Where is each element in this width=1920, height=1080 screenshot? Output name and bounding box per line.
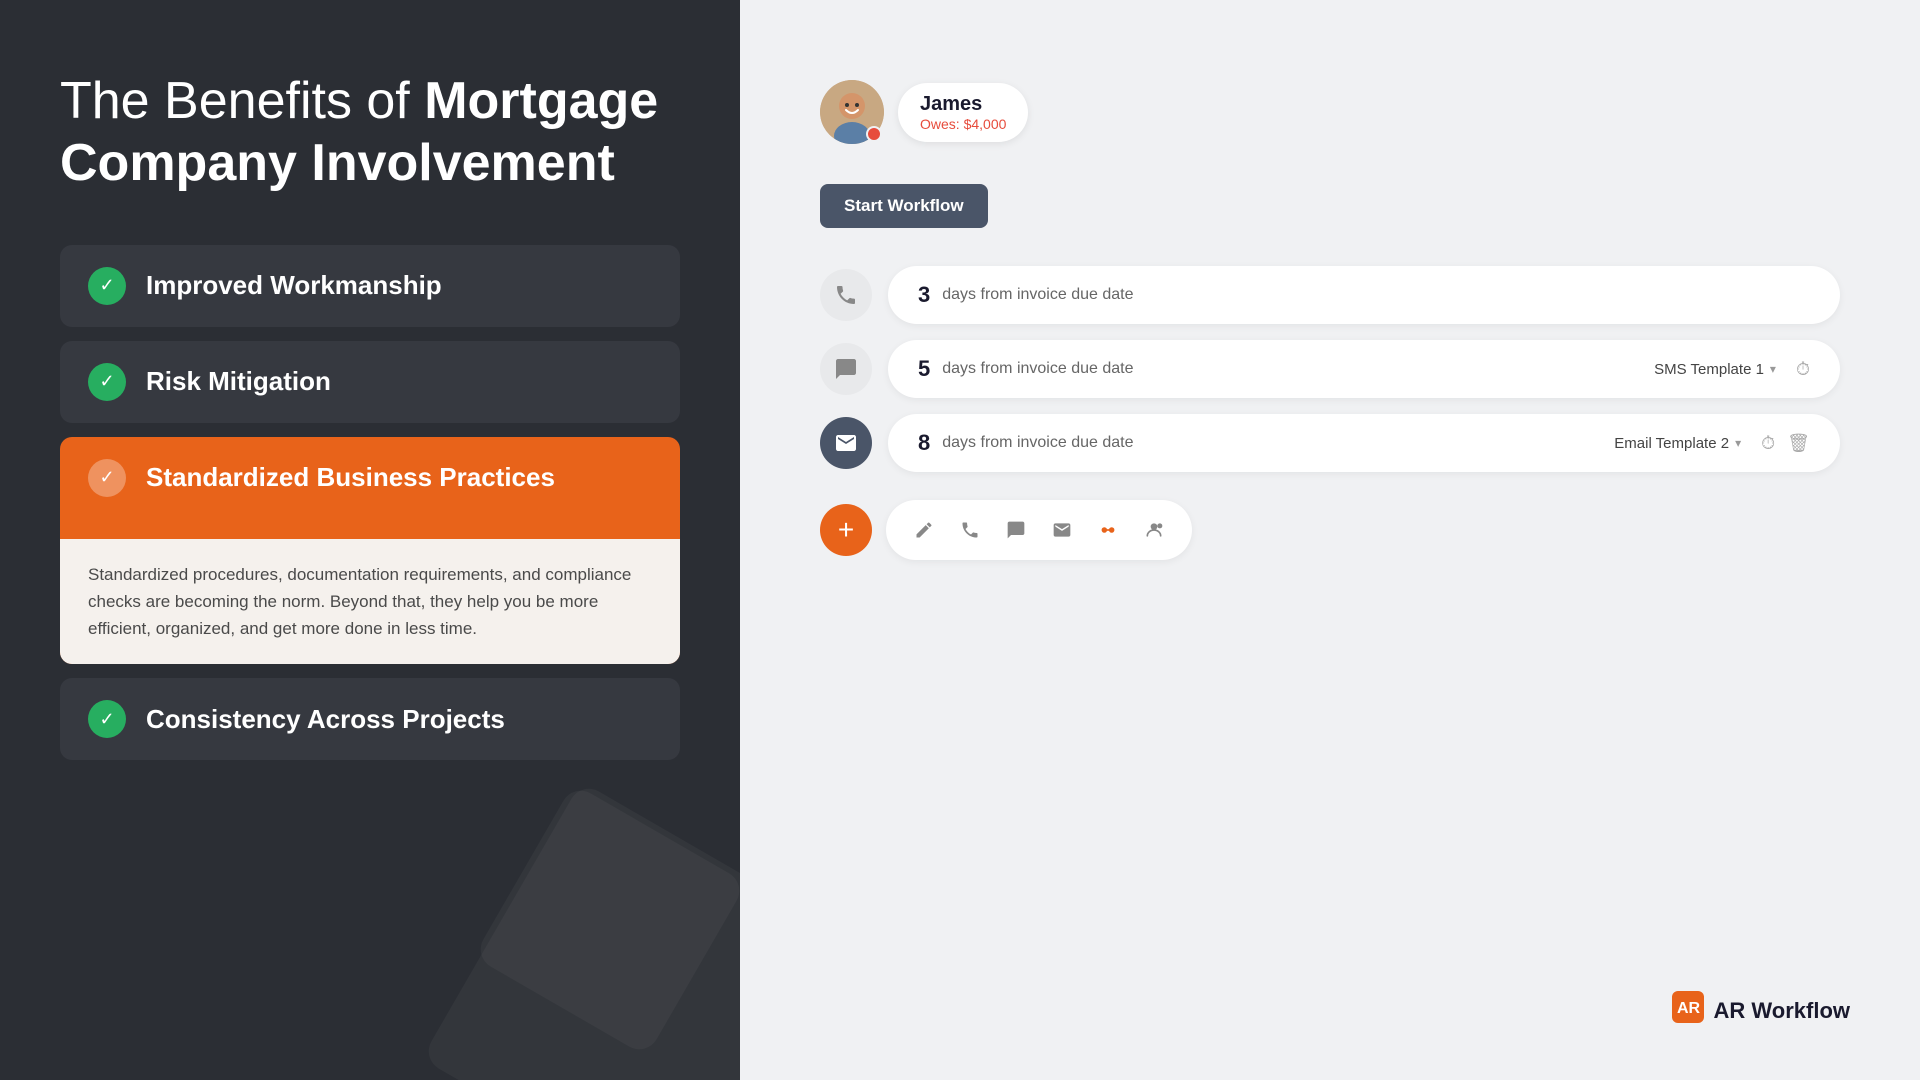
step-actions-3: ⏱ 🗑 [1761,433,1810,454]
avatar-badge [866,126,882,142]
user-info: James Owes: $4,000 [898,83,1028,142]
user-name: James [920,93,1006,116]
benefit-item-risk-mitigation[interactable]: ✓ Risk Mitigation [60,341,680,423]
workflow-step-1: 3 days from invoice due date [820,266,1840,324]
step-card-1: 3 days from invoice due date [888,266,1840,324]
step-days-3: 8 [918,430,930,456]
avatar-wrapper [820,80,884,144]
benefit-item-consistency[interactable]: ✓ Consistency Across Projects [60,678,680,760]
logo-icon: AR [1672,991,1704,1030]
user-owes: Owes: $4,000 [920,116,1006,132]
logo-text: AR Workflow [1714,998,1850,1024]
email-template-label: Email Template 2 [1614,435,1729,452]
workflow-step-3: 8 days from invoice due date Email Templ… [820,414,1840,472]
svg-text:AR: AR [1677,1000,1701,1017]
action-icons-row [886,500,1192,560]
benefit-item-standardized[interactable]: ✓ Standardized Business Practices Standa… [60,437,680,665]
step-days-1: 3 [918,282,930,308]
benefit-list: ✓ Improved Workmanship ✓ Risk Mitigation… [60,245,680,761]
clock-icon[interactable]: ⏱ [1796,359,1810,380]
connect-icon-action[interactable] [1090,512,1126,548]
workflow-container: James Owes: $4,000 Start Workflow 3 days… [820,60,1840,560]
right-panel: James Owes: $4,000 Start Workflow 3 days… [740,0,1920,1080]
benefit-label: Improved Workmanship [146,270,442,301]
step-text-3: days from invoice due date [942,434,1602,452]
chat-icon [820,343,872,395]
main-title: The Benefits of MortgageCompany Involvem… [60,70,680,195]
step-text-1: days from invoice due date [942,286,1810,304]
step-dropdown-2[interactable]: SMS Template 1 ▾ [1654,361,1776,378]
step-days-2: 5 [918,356,930,382]
step-text-2: days from invoice due date [942,360,1642,378]
email-icon [820,417,872,469]
chevron-down-icon: ▾ [1770,362,1776,376]
workflow-step-2: 5 days from invoice due date SMS Templat… [820,340,1840,398]
check-icon: ✓ [88,267,126,305]
step-card-3: 8 days from invoice due date Email Templ… [888,414,1840,472]
delete-icon[interactable]: 🗑 [1787,433,1810,454]
check-icon: ✓ [88,459,126,497]
ar-workflow-logo: AR AR Workflow [1672,991,1850,1030]
check-icon: ✓ [88,363,126,401]
sms-template-label: SMS Template 1 [1654,361,1764,378]
benefit-description: Standardized procedures, documentation r… [60,539,680,665]
phone-icon-action[interactable] [952,512,988,548]
chat-icon-action[interactable] [998,512,1034,548]
step-dropdown-3[interactable]: Email Template 2 ▾ [1614,435,1741,452]
step-card-2: 5 days from invoice due date SMS Templat… [888,340,1840,398]
user-card: James Owes: $4,000 [820,80,1028,144]
start-workflow-button[interactable]: Start Workflow [820,184,988,228]
left-panel: The Benefits of MortgageCompany Involvem… [0,0,740,1080]
add-row: + [820,500,1840,560]
workflow-steps: 3 days from invoice due date 5 days from… [820,266,1840,472]
phone-icon [820,269,872,321]
benefit-label: Risk Mitigation [146,366,331,397]
benefit-label: Standardized Business Practices [146,462,555,493]
benefit-item-improved-workmanship[interactable]: ✓ Improved Workmanship [60,245,680,327]
add-step-button[interactable]: + [820,504,872,556]
benefit-label: Consistency Across Projects [146,704,505,735]
benefit-header: ✓ Standardized Business Practices [60,437,680,519]
email-icon-action[interactable] [1044,512,1080,548]
clock-icon[interactable]: ⏱ [1761,433,1775,454]
edit-icon[interactable] [906,512,942,548]
user-settings-icon-action[interactable] [1136,512,1172,548]
check-icon: ✓ [88,700,126,738]
chevron-down-icon: ▾ [1735,436,1741,450]
step-actions-2: ⏱ [1796,359,1810,380]
